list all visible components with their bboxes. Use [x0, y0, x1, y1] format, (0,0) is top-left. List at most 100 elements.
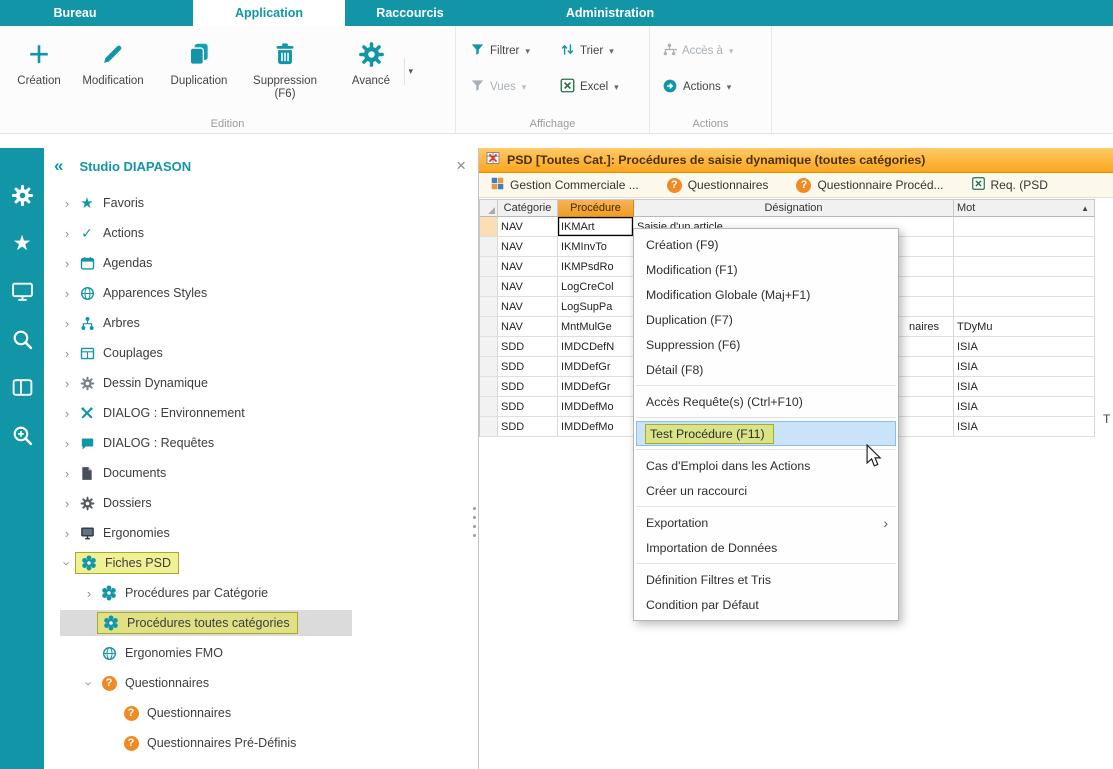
tree-expander-icon[interactable]: ›: [82, 674, 97, 692]
cell-mot[interactable]: TDyMu: [954, 317, 1095, 337]
tree-expander-icon[interactable]: ›: [58, 466, 76, 481]
menu-item-modification-f1[interactable]: Modification (F1): [634, 257, 898, 282]
trier-button[interactable]: Trier ▾: [560, 39, 646, 63]
menu-item-test-procedure-f11[interactable]: Test Procédure (F11): [636, 421, 896, 446]
menu-item-exportation[interactable]: Exportation›: [634, 510, 898, 535]
tree-item-dossiers[interactable]: ›Dossiers: [44, 488, 478, 518]
tree-item-arbres[interactable]: ›Arbres: [44, 308, 478, 338]
cell-procedure[interactable]: IMDDefMo: [558, 397, 634, 417]
gear-icon[interactable]: [8, 182, 36, 208]
tree-item-dialog-requetes[interactable]: ›DIALOG : Requêtes: [44, 428, 478, 458]
cell-mot[interactable]: ISIA: [954, 337, 1095, 357]
cell-categorie[interactable]: SDD: [498, 417, 558, 437]
tree-expander-icon[interactable]: ›: [58, 496, 76, 511]
menu-item-detail-f8[interactable]: Détail (F8): [634, 357, 898, 382]
column-header-procedure[interactable]: Procédure: [558, 200, 634, 217]
column-header-categorie[interactable]: Catégorie: [498, 200, 558, 217]
tree-item-couplages[interactable]: ›Couplages: [44, 338, 478, 368]
tree-item-agendas[interactable]: ›Agendas: [44, 248, 478, 278]
tree-expander-icon[interactable]: ›: [58, 316, 76, 331]
menu-item-suppression-f6[interactable]: Suppression (F6): [634, 332, 898, 357]
document-tab-questionnaire-proced[interactable]: ?Questionnaire Procéd...: [796, 177, 943, 193]
menu-item-creer-un-raccourci[interactable]: Créer un raccourci: [634, 478, 898, 503]
tree-expander-icon[interactable]: ›: [58, 436, 76, 451]
row-header-cell[interactable]: [480, 277, 498, 297]
cell-categorie[interactable]: NAV: [498, 277, 558, 297]
filtrer-button[interactable]: Filtrer ▾: [470, 39, 560, 63]
tree-item-favoris[interactable]: ›★Favoris: [44, 188, 478, 218]
tree-item-ergonomies[interactable]: ›Ergonomies: [44, 518, 478, 548]
cell-mot[interactable]: [954, 277, 1095, 297]
tree-item-documents[interactable]: ›Documents: [44, 458, 478, 488]
tree-expander-icon[interactable]: ›: [58, 256, 76, 271]
tree-item-questionnaires[interactable]: ›?Questionnaires: [44, 668, 478, 698]
menu-item-condition-par-defaut[interactable]: Condition par Défaut: [634, 592, 898, 617]
tree-expander-icon[interactable]: ›: [58, 196, 76, 211]
tree-item-questionnaires[interactable]: ?Questionnaires: [44, 698, 478, 728]
menu-item-modification-globale-maj-f1[interactable]: Modification Globale (Maj+F1): [634, 282, 898, 307]
menu-item-importation-de-donnees[interactable]: Importation de Données: [634, 535, 898, 560]
cell-categorie[interactable]: NAV: [498, 297, 558, 317]
tree-expander-icon[interactable]: ›: [58, 406, 76, 421]
cell-categorie[interactable]: NAV: [498, 317, 558, 337]
search-icon[interactable]: [8, 326, 36, 352]
cell-procedure[interactable]: MntMulGe: [558, 317, 634, 337]
cell-procedure[interactable]: IKMPsdRo: [558, 257, 634, 277]
ribbon-tab-bureau[interactable]: Bureau: [0, 0, 150, 26]
monitor-icon[interactable]: [8, 278, 36, 304]
cell-categorie[interactable]: SDD: [498, 397, 558, 417]
tree-expander-icon[interactable]: ›: [58, 376, 76, 391]
tree-expander-icon[interactable]: ›: [60, 554, 75, 572]
tree-expander-icon[interactable]: ›: [58, 226, 76, 241]
close-icon[interactable]: ×: [456, 156, 468, 176]
row-header-cell[interactable]: [480, 357, 498, 377]
ribbon-tab-administration[interactable]: Administration: [515, 0, 705, 26]
tree-item-procedures-par-categorie[interactable]: ›Procédures par Catégorie: [44, 578, 478, 608]
row-header-cell[interactable]: [480, 237, 498, 257]
cell-mot[interactable]: [954, 237, 1095, 257]
row-header-cell[interactable]: [480, 337, 498, 357]
ribbon-tab-application[interactable]: Application: [193, 0, 345, 26]
tree-item-actions[interactable]: ›✓Actions: [44, 218, 478, 248]
tree-expander-icon[interactable]: ›: [58, 346, 76, 361]
menu-item-duplication-f7[interactable]: Duplication (F7): [634, 307, 898, 332]
cell-procedure[interactable]: IMDDefGr: [558, 357, 634, 377]
cell-categorie[interactable]: NAV: [498, 217, 558, 237]
cell-procedure[interactable]: IMDCDefN: [558, 337, 634, 357]
cell-mot[interactable]: [954, 257, 1095, 277]
cell-mot[interactable]: ISIA: [954, 377, 1095, 397]
cell-categorie[interactable]: NAV: [498, 257, 558, 277]
collapse-panel-icon[interactable]: «: [54, 156, 63, 176]
vues-button[interactable]: Vues ▾: [470, 75, 560, 99]
cell-procedure[interactable]: IKMArt: [558, 217, 634, 237]
menu-item-cas-d-emploi-dans-les-actions[interactable]: Cas d'Emploi dans les Actions: [634, 453, 898, 478]
cell-categorie[interactable]: SDD: [498, 357, 558, 377]
document-tab-questionnaires[interactable]: ?Questionnaires: [667, 177, 769, 193]
row-header-cell[interactable]: [480, 297, 498, 317]
actions-button[interactable]: Actions ▾: [662, 75, 766, 99]
cell-procedure[interactable]: IMDDefGr: [558, 377, 634, 397]
cell-categorie[interactable]: NAV: [498, 237, 558, 257]
acces-a-button[interactable]: Accès à ▾: [662, 39, 766, 63]
cell-procedure[interactable]: IKMInvTo: [558, 237, 634, 257]
tree-item-questionnaires-pre-definis[interactable]: ?Questionnaires Pré-Définis: [44, 728, 478, 758]
excel-button[interactable]: Excel ▾: [560, 75, 646, 99]
tree-expander-icon[interactable]: ›: [58, 526, 76, 541]
cell-mot[interactable]: ISIA: [954, 417, 1095, 437]
tree-item-procedures-toutes-categories[interactable]: Procédures toutes catégories: [44, 608, 478, 638]
cell-mot[interactable]: ISIA: [954, 397, 1095, 417]
tree-item-dessin-dynamique[interactable]: ›Dessin Dynamique: [44, 368, 478, 398]
row-header-cell[interactable]: [480, 397, 498, 417]
search-plus-icon[interactable]: [8, 422, 36, 448]
cell-categorie[interactable]: SDD: [498, 337, 558, 357]
cell-procedure[interactable]: LogCreCol: [558, 277, 634, 297]
cell-mot[interactable]: [954, 217, 1095, 237]
grid-corner-cell[interactable]: [480, 200, 498, 217]
chevron-down-icon[interactable]: ▾: [404, 58, 416, 85]
tree-item-fiches-psd[interactable]: ›Fiches PSD: [44, 548, 478, 578]
ribbon-tab-raccourcis[interactable]: Raccourcis: [345, 0, 475, 26]
tree-item-apparences-styles[interactable]: ›Apparences Styles: [44, 278, 478, 308]
tree-expander-icon[interactable]: ›: [80, 586, 98, 601]
column-header-mot[interactable]: Mot ▲: [954, 200, 1095, 217]
cell-procedure[interactable]: LogSupPa: [558, 297, 634, 317]
